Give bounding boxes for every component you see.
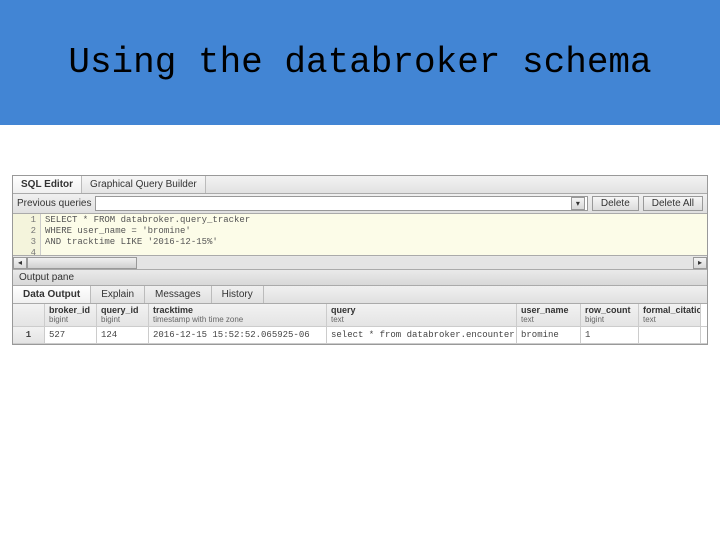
table-row[interactable]: 1 527 124 2016-12-15 15:52:52.065925-06 … [13,327,707,344]
previous-queries-bar: Previous queries ▾ Delete Delete All [13,194,707,214]
col-formal-citation[interactable]: formal_citationtext [639,304,701,326]
sql-editor-area[interactable]: 1 2 3 4 SELECT * FROM databroker.query_t… [13,214,707,256]
tab-sql-editor[interactable]: SQL Editor [13,176,82,193]
sql-text[interactable]: SELECT * FROM databroker.query_tracker W… [41,214,707,255]
col-broker-id[interactable]: broker_idbigint [45,304,97,326]
row-number: 1 [13,327,45,343]
previous-queries-dropdown[interactable]: ▾ [95,196,587,211]
scroll-right-icon[interactable]: ▸ [693,257,707,269]
slide-header: Using the databroker schema [0,0,720,125]
slide-title: Using the databroker schema [68,41,651,84]
delete-all-button[interactable]: Delete All [643,196,703,211]
cell-query-id[interactable]: 124 [97,327,149,343]
line-gutter: 1 2 3 4 [13,214,41,255]
output-pane-header: Output pane [13,270,707,286]
previous-queries-label: Previous queries [17,198,91,209]
col-user-name[interactable]: user_nametext [517,304,581,326]
tab-messages[interactable]: Messages [145,286,212,303]
tab-data-output[interactable]: Data Output [13,286,91,303]
tab-explain[interactable]: Explain [91,286,145,303]
cell-user-name[interactable]: bromine [517,327,581,343]
editor-tabs: SQL Editor Graphical Query Builder [13,176,707,194]
line-number: 3 [13,237,36,248]
cell-tracktime[interactable]: 2016-12-15 15:52:52.065925-06 [149,327,327,343]
chevron-down-icon[interactable]: ▾ [571,197,585,210]
cell-row-count[interactable]: 1 [581,327,639,343]
output-pane-label: Output pane [19,272,74,283]
tab-history[interactable]: History [212,286,264,303]
col-query-text[interactable]: querytext [327,304,517,326]
scroll-left-icon[interactable]: ◂ [13,257,27,269]
col-tracktime[interactable]: tracktimetimestamp with time zone [149,304,327,326]
line-number: 1 [13,215,36,226]
line-number: 2 [13,226,36,237]
tab-graphical-query-builder[interactable]: Graphical Query Builder [82,176,206,193]
col-row-count[interactable]: row_countbigint [581,304,639,326]
pgadmin-panel: SQL Editor Graphical Query Builder Previ… [12,175,708,345]
horizontal-scrollbar[interactable]: ◂ ▸ [13,256,707,270]
result-grid: broker_idbigint query_idbigint tracktime… [13,304,707,344]
grid-header-row: broker_idbigint query_idbigint tracktime… [13,304,707,327]
scroll-thumb[interactable] [27,257,137,269]
col-query-id[interactable]: query_idbigint [97,304,149,326]
cell-broker-id[interactable]: 527 [45,327,97,343]
result-tabs: Data Output Explain Messages History [13,286,707,304]
row-header-cell [13,304,45,326]
cell-query[interactable]: select * from databroker.encounter [327,327,517,343]
delete-button[interactable]: Delete [592,196,639,211]
cell-formal-citation[interactable] [639,327,701,343]
scroll-track[interactable] [27,257,693,269]
